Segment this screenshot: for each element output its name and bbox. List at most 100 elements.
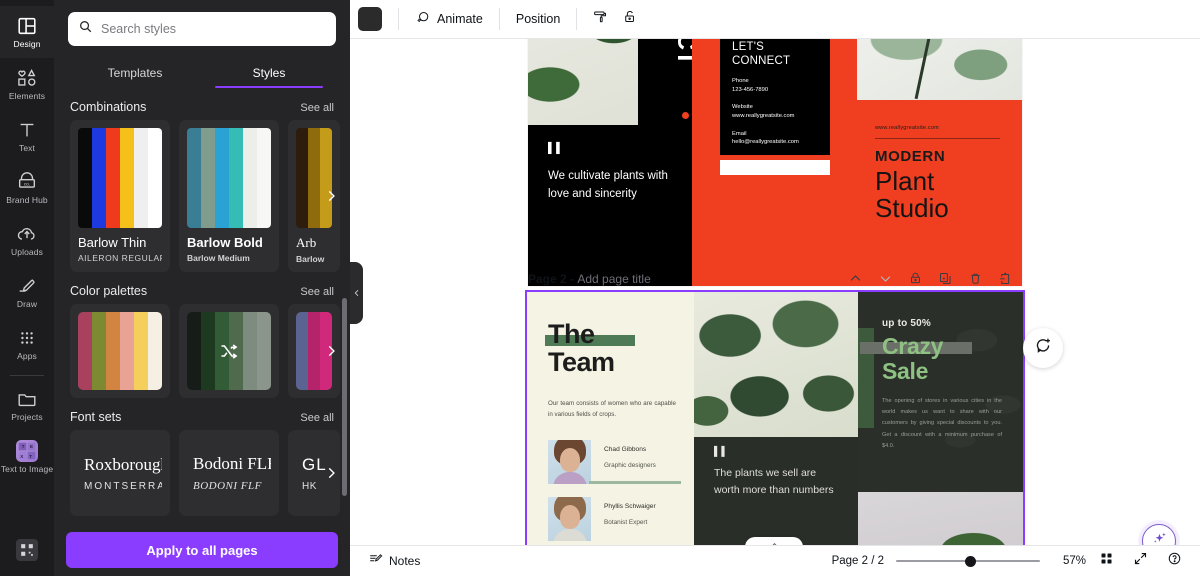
font-set-secondary: MONTSERRAT	[84, 480, 162, 492]
font-sets-see-all[interactable]: See all	[300, 412, 334, 424]
palette-card[interactable]	[70, 304, 170, 398]
sidebar-item-brand-hub[interactable]: co. Brand Hub	[0, 162, 54, 214]
page2-upto-text: up to 50%	[882, 318, 932, 329]
search-box[interactable]	[68, 12, 336, 46]
sidebar-item-qr[interactable]	[0, 524, 54, 576]
avatar-face	[559, 505, 580, 530]
status-bar: Notes Page 2 / 2 57%	[350, 545, 1200, 576]
toolbar-divider	[498, 8, 500, 30]
combinations-see-all[interactable]: See all	[300, 102, 334, 114]
page-scroll-nub[interactable]	[745, 537, 803, 545]
page-2-title-placeholder[interactable]: Add page title	[577, 272, 650, 286]
page-2-canvas[interactable]: The Team Our team consists of women who …	[525, 290, 1025, 545]
zoom-slider-thumb[interactable]	[965, 555, 977, 567]
move-down-icon[interactable]	[874, 267, 896, 289]
move-up-icon[interactable]	[844, 267, 866, 289]
page1-studio-word: Studio	[875, 192, 949, 223]
page1-vertical-text: DUCT	[672, 39, 692, 65]
notes-button[interactable]: Notes	[362, 548, 426, 574]
font-sets-carousel: Roxborough MONTSERRAT Bodoni FLF BODONI …	[54, 430, 350, 516]
panel-scrollbar[interactable]	[342, 298, 347, 496]
sidebar-item-apps[interactable]: Apps	[0, 318, 54, 370]
plant-photo	[694, 292, 858, 437]
animate-icon	[415, 10, 431, 29]
shuffle-icon[interactable]	[187, 312, 271, 390]
panel-scroll-region: Combinations See all Barlow Thin AILERON…	[54, 88, 350, 576]
font-set-card[interactable]: Roxborough MONTSERRAT	[70, 430, 170, 516]
page-1-canvas[interactable]: DUCT ▌▌ We cultivate plants with love an…	[528, 39, 1022, 286]
combination-swatches	[296, 128, 332, 228]
font-set-card[interactable]: Bodoni FLF BODONI FLF	[179, 430, 279, 516]
help-button[interactable]	[1160, 549, 1188, 573]
sidebar-item-text-to-image[interactable]: T E X T Text to Image	[0, 431, 54, 483]
color-swatch-button[interactable]	[358, 7, 382, 31]
tab-templates[interactable]: Templates	[68, 56, 202, 88]
magic-ai-button[interactable]	[1142, 524, 1176, 545]
combination-card[interactable]: Barlow Thin AILERON REGULAR	[70, 120, 170, 272]
sidebar-item-projects[interactable]: Projects	[0, 379, 54, 431]
page2-quote-text: The plants we sell are worth more than n…	[714, 467, 834, 496]
color-palettes-see-all[interactable]: See all	[300, 286, 334, 298]
duplicate-icon[interactable]	[934, 267, 956, 289]
sidebar-item-uploads[interactable]: Uploads	[0, 214, 54, 266]
add-page-icon[interactable]	[994, 267, 1016, 289]
page1-plant-word: Plant	[875, 166, 935, 196]
lock-button[interactable]	[615, 5, 645, 33]
page2-team-word: Team	[548, 347, 615, 377]
page-count-label: Page 2 / 2	[831, 555, 884, 567]
sidebar-item-elements[interactable]: Elements	[0, 58, 54, 110]
rail-divider	[10, 375, 44, 376]
color-palettes-next-button[interactable]	[320, 340, 342, 362]
page2-the-word: The	[548, 319, 595, 349]
animate-button[interactable]: Animate	[407, 5, 491, 33]
member-name: Phyllis Schwaiger	[604, 503, 656, 510]
add-comment-button[interactable]	[1023, 328, 1063, 368]
sidebar-label-text: Text	[19, 143, 35, 154]
sidebar-label-elements: Elements	[8, 91, 46, 102]
text-to-image-icon: T E X T	[16, 440, 38, 463]
sidebar-label-uploads: Uploads	[11, 247, 43, 258]
palette-swatches	[78, 312, 162, 390]
grid-view-icon	[1099, 551, 1114, 571]
sidebar-label-brand-hub: Brand Hub	[6, 195, 48, 206]
zoom-slider[interactable]	[896, 554, 1040, 568]
member-divider	[589, 481, 681, 484]
combination-card[interactable]: Barlow Bold Barlow Medium	[179, 120, 279, 272]
color-palettes-header: Color palettes See all	[54, 272, 350, 304]
lock-icon[interactable]	[904, 267, 926, 289]
tab-styles[interactable]: Styles	[202, 56, 336, 88]
svg-text:E: E	[30, 444, 33, 449]
font-set-primary: Bodoni FLF	[193, 454, 271, 473]
combination-swatches	[187, 128, 271, 228]
copy-style-button[interactable]	[585, 5, 615, 33]
delete-icon[interactable]	[964, 267, 986, 289]
sidebar-item-draw[interactable]: Draw	[0, 266, 54, 318]
position-button[interactable]: Position	[508, 5, 568, 33]
panel-collapse-handle[interactable]	[350, 262, 363, 324]
text-icon	[16, 119, 38, 141]
palette-card-shuffle[interactable]	[179, 304, 279, 398]
contact-value: 123-456-7890	[732, 86, 769, 93]
contact-label: Email	[732, 130, 747, 137]
search-icon	[78, 19, 93, 39]
apply-to-all-pages-button[interactable]: Apply to all pages	[66, 532, 338, 568]
fullscreen-button[interactable]	[1126, 549, 1154, 573]
sidebar-item-design[interactable]: Design	[0, 6, 54, 58]
context-toolbar: Animate Position	[350, 0, 1200, 39]
font-sets-next-button[interactable]	[320, 462, 342, 484]
page1-contact-card: LET'S CONNECT Phone 123-456-7890 Website…	[720, 39, 830, 155]
combinations-next-button[interactable]	[320, 185, 342, 207]
canvas-area[interactable]: DUCT ▌▌ We cultivate plants with love an…	[350, 39, 1200, 545]
grid-view-button[interactable]	[1092, 549, 1120, 573]
page1-connect-title: LET'S CONNECT	[732, 41, 791, 68]
member-role: Botanist Expert	[604, 519, 648, 526]
search-input[interactable]	[101, 22, 326, 36]
font-set-primary: Roxborough	[84, 454, 162, 474]
zoom-level-label: 57%	[1062, 555, 1086, 567]
apply-bar: Apply to all pages	[54, 524, 350, 576]
sidebar-item-text[interactable]: Text	[0, 110, 54, 162]
font-set-preview: Roxborough MONTSERRAT	[78, 438, 162, 508]
page1-quote-mark: ▌▌	[548, 143, 565, 154]
add-comment-icon	[1034, 336, 1053, 360]
contact-value: hello@reallygreatsite.com	[732, 139, 799, 146]
